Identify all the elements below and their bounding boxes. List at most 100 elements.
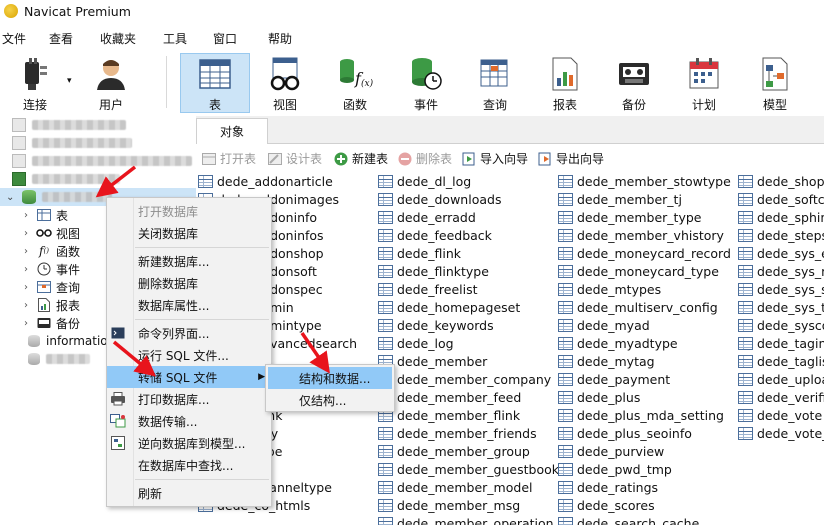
table-item[interactable]: dede_feedback (378, 226, 492, 244)
table-item[interactable]: dede_homepageset (378, 298, 520, 316)
menu-help[interactable]: 帮助 (268, 30, 292, 47)
menu-refresh[interactable]: 刷新 (107, 482, 271, 504)
tab-objects[interactable]: 对象 (196, 118, 268, 144)
table-item[interactable]: dede_myadtype (558, 334, 678, 352)
event-button[interactable]: 事件 (398, 53, 454, 113)
table-item[interactable]: dede_taginc (738, 334, 824, 352)
delete-table-button[interactable]: 删除表 (398, 150, 452, 167)
table-item[interactable]: dede_member_guestbook (378, 460, 559, 478)
table-item[interactable]: dede_member_type (558, 208, 701, 226)
table-item[interactable]: dede_uploa (738, 370, 824, 388)
menu-structure-only[interactable]: 仅结构... (268, 389, 392, 411)
menu-data-transfer[interactable]: 数据传输... (107, 410, 271, 432)
connect-button[interactable]: 连接 (6, 53, 64, 113)
connection-item[interactable] (0, 116, 196, 134)
tree-item-functions[interactable]: › f() 函数 (24, 242, 80, 260)
table-item[interactable]: dede_vote_r (738, 424, 824, 442)
table-item[interactable]: dede_search_cache (558, 514, 699, 525)
table-item[interactable]: dede_member_operation (378, 514, 554, 525)
export-wizard-button[interactable]: 导出向导 (538, 150, 604, 167)
table-item[interactable]: dede_freelist (378, 280, 478, 298)
tree-item-views[interactable]: › 视图 (24, 224, 80, 242)
menu-dump-sql-file[interactable]: 转储 SQL 文件 ▶ (107, 366, 271, 388)
table-item[interactable]: dede_member_stowtype (558, 172, 731, 190)
table-item[interactable]: dede_sys_se (738, 280, 824, 298)
table-item[interactable]: dede_member_msg (378, 496, 520, 514)
query-button[interactable]: 查询 (467, 53, 523, 113)
menu-reverse-to-model[interactable]: 逆向数据库到模型... (107, 432, 271, 454)
table-item[interactable]: dede_myad (558, 316, 650, 334)
table-item[interactable]: dede_purview (558, 442, 664, 460)
table-item[interactable]: dede_member_vhistory (558, 226, 724, 244)
table-item[interactable]: dede_member_feed (378, 388, 521, 406)
menu-tools[interactable]: 工具 (163, 30, 187, 47)
new-table-button[interactable]: 新建表 (334, 150, 388, 167)
tree-item-queries[interactable]: › 查询 (24, 278, 80, 296)
connect-dropdown-icon[interactable]: ▾ (67, 76, 72, 86)
menu-delete-database[interactable]: 删除数据库 (107, 272, 271, 294)
table-item[interactable]: dede_member_flink (378, 406, 520, 424)
menu-close-database[interactable]: 关闭数据库 (107, 222, 271, 244)
table-item[interactable]: dede_plus_mda_setting (558, 406, 724, 424)
table-item[interactable]: dede_flink (378, 244, 461, 262)
menu-file[interactable]: 文件 (2, 30, 26, 47)
menu-open-database[interactable]: 打开数据库 (107, 200, 271, 222)
table-item[interactable]: dede_downloads (378, 190, 501, 208)
menu-run-sql-file[interactable]: 运行 SQL 文件... (107, 344, 271, 366)
table-item[interactable]: dede_mytag (558, 352, 655, 370)
view-button[interactable]: 视图 (257, 53, 313, 113)
menu-find-in-database[interactable]: 在数据库中查找... (107, 454, 271, 476)
menu-view[interactable]: 查看 (49, 30, 73, 47)
table-item[interactable]: dede_sys_ta (738, 298, 824, 316)
open-table-button[interactable]: 打开表 (202, 150, 256, 167)
menu-new-database[interactable]: 新建数据库... (107, 250, 271, 272)
table-item[interactable]: dede_plus (558, 388, 640, 406)
tree-item-backups[interactable]: › 备份 (24, 314, 80, 332)
design-table-button[interactable]: 设计表 (268, 150, 322, 167)
table-item[interactable]: dede_member_company (378, 370, 551, 388)
menu-command-line[interactable]: 命令列界面... (107, 322, 271, 344)
table-item[interactable]: dede_syscor (738, 316, 824, 334)
table-item[interactable]: dede_scores (558, 496, 655, 514)
user-button[interactable]: 用户 (84, 53, 138, 113)
table-item[interactable]: dede_mtypes (558, 280, 661, 298)
table-item[interactable]: dede_moneycard_type (558, 262, 719, 280)
menu-window[interactable]: 窗口 (213, 30, 237, 47)
table-item[interactable]: dede_erradd (378, 208, 476, 226)
table-item[interactable]: dede_member_model (378, 478, 532, 496)
table-item[interactable]: dede_keywords (378, 316, 494, 334)
table-item[interactable]: dede_moneycard_record (558, 244, 731, 262)
backup-button[interactable]: 备份 (606, 53, 662, 113)
tree-item-reports[interactable]: › 报表 (24, 296, 80, 314)
table-item[interactable]: dede_shops (738, 172, 824, 190)
menu-database-properties[interactable]: 数据库属性... (107, 294, 271, 316)
table-item[interactable]: dede_vote (738, 406, 822, 424)
table-item[interactable]: dede_addonarticle (198, 172, 333, 190)
table-item[interactable]: dede_pwd_tmp (558, 460, 672, 478)
table-item[interactable]: dede_multiserv_config (558, 298, 718, 316)
tree-item-tables[interactable]: › 表 (24, 206, 68, 224)
table-item[interactable]: dede_stepse (738, 226, 824, 244)
table-item[interactable]: dede_dl_log (378, 172, 471, 190)
table-item[interactable]: dede_flinktype (378, 262, 489, 280)
table-item[interactable]: dede_log (378, 334, 454, 352)
table-item[interactable]: dede_member_group (378, 442, 530, 460)
table-item[interactable]: dede_member_tj (558, 190, 682, 208)
table-item[interactable]: dede_sys_m (738, 262, 824, 280)
connection-item[interactable] (0, 134, 196, 152)
table-item[interactable]: dede_plus_seoinfo (558, 424, 692, 442)
table-item[interactable]: dede_member_friends (378, 424, 537, 442)
import-wizard-button[interactable]: 导入向导 (462, 150, 528, 167)
schedule-button[interactable]: 计划 (676, 53, 732, 113)
table-item[interactable]: dede_payment (558, 370, 670, 388)
table-item[interactable]: dede_ratings (558, 478, 658, 496)
tree-item-events[interactable]: › 事件 (24, 260, 80, 278)
connection-item[interactable] (0, 170, 196, 188)
table-item[interactable]: dede_verifie (738, 388, 824, 406)
table-button[interactable]: 表 (180, 53, 250, 113)
table-item[interactable]: dede_sphinx (738, 208, 824, 226)
menu-structure-and-data[interactable]: 结构和数据... (268, 367, 392, 389)
function-button[interactable]: f (x) 函数 (327, 53, 383, 113)
connection-item[interactable] (0, 152, 196, 170)
model-button[interactable]: 模型 (746, 53, 804, 113)
